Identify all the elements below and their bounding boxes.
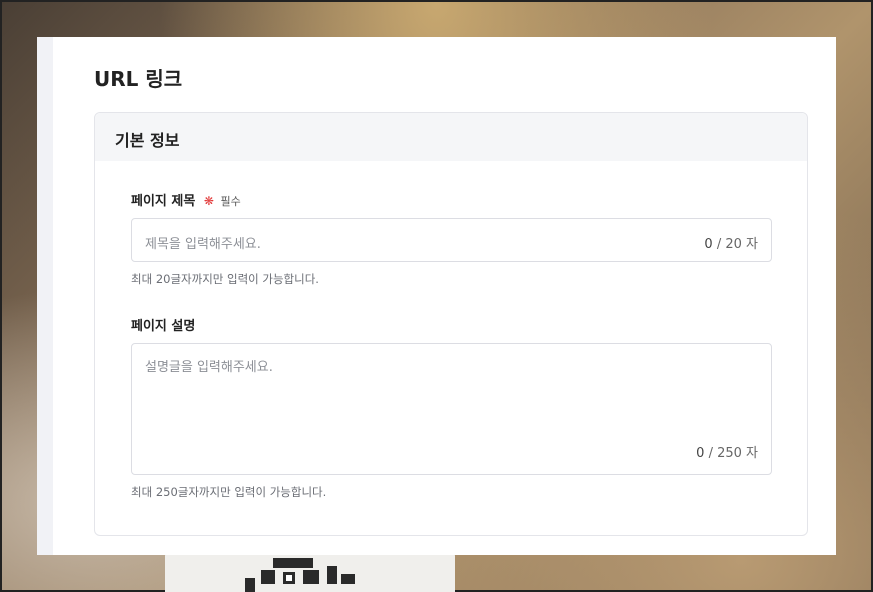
description-hint: 최대 250글자까지만 입력이 가능합니다. [131, 485, 327, 499]
required-icon: ❋ [203, 194, 214, 208]
description-textarea[interactable]: 설명글을 입력해주세요. 0 / 250 자 [131, 343, 772, 475]
title-char-counter: 0 / 20 자 [704, 233, 758, 252]
title-char-count: 0 [704, 237, 713, 252]
basic-info-section: 기본 정보 페이지 제목 ❋ 필수 제목을 입력해주세요. 0 / 20 자 최… [94, 112, 808, 536]
title-label-text: 페이지 제목 [131, 194, 196, 209]
page-title: URL 링크 [94, 67, 183, 91]
description-char-max: / 250 자 [708, 446, 758, 461]
title-field-label: 페이지 제목 ❋ 필수 [131, 190, 241, 209]
description-label-text: 페이지 설명 [131, 319, 196, 334]
title-hint: 최대 20글자까지만 입력이 가능합니다. [131, 272, 319, 286]
description-char-counter: 0 / 250 자 [696, 442, 758, 461]
title-char-max: / 20 자 [716, 237, 758, 252]
title-placeholder: 제목을 입력해주세요. [145, 237, 261, 252]
main-card: URL 링크 기본 정보 페이지 제목 ❋ 필수 제목을 입력해주세요. 0 /… [37, 37, 836, 555]
description-placeholder: 설명글을 입력해주세요. [145, 360, 273, 375]
description-field-label: 페이지 설명 [131, 315, 195, 334]
required-text: 필수 [220, 195, 241, 208]
title-input[interactable]: 제목을 입력해주세요. 0 / 20 자 [131, 218, 772, 262]
section-title: 기본 정보 [95, 113, 807, 161]
qr-code-card-image [165, 552, 455, 592]
description-char-count: 0 [696, 446, 705, 461]
